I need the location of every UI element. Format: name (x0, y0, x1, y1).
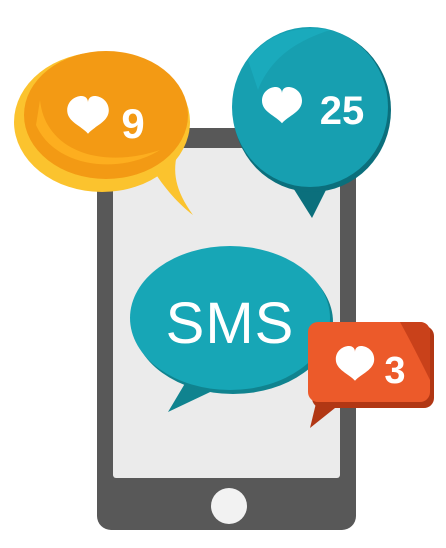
notification-red-count: 3 (384, 350, 405, 392)
illustration: SMS 25 9 3 (14, 27, 434, 530)
notification-red: 3 (308, 322, 434, 428)
notification-teal-body (232, 27, 388, 187)
notification-teal-count: 25 (320, 89, 365, 133)
notification-orange-count: 9 (121, 100, 144, 147)
sms-label: SMS (166, 291, 295, 356)
home-button[interactable] (211, 488, 247, 524)
